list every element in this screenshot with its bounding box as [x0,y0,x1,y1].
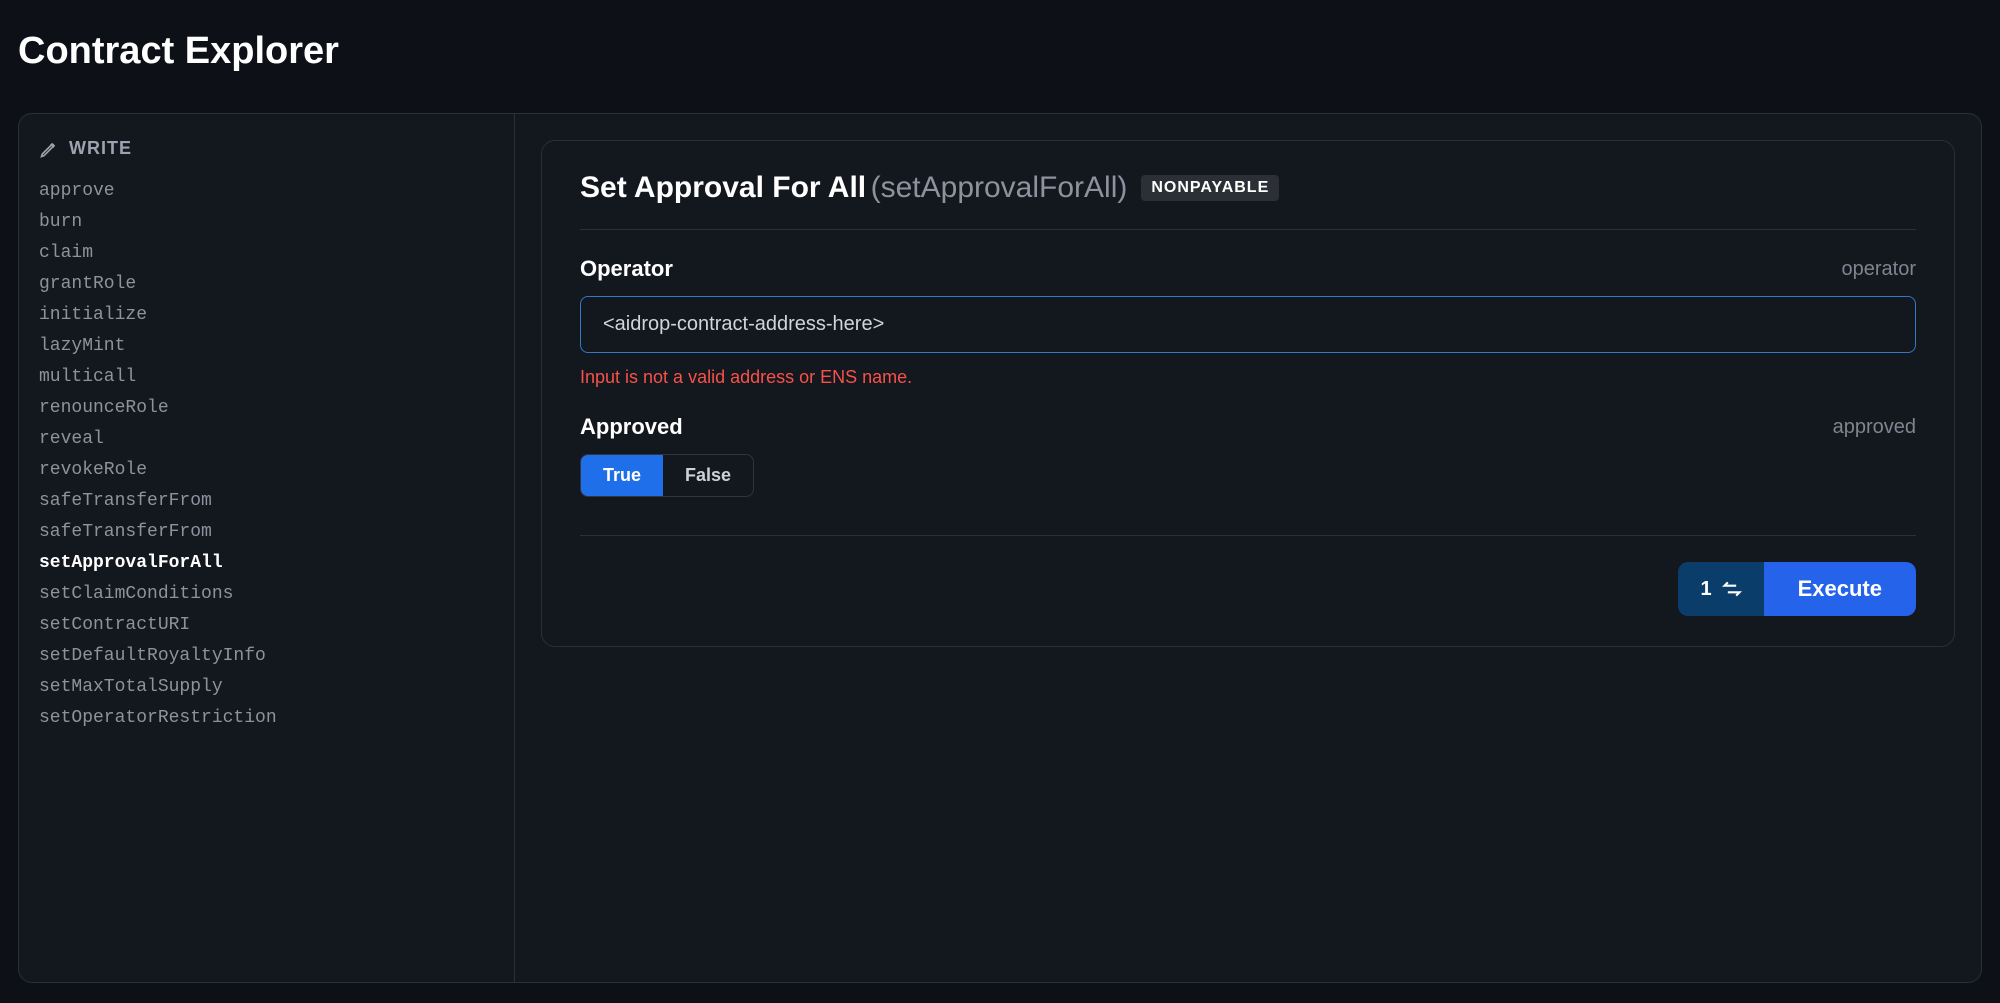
sidebar-item-safeTransferFrom1[interactable]: safeTransferFrom [39,491,494,511]
operator-field-group: Operator operator Input is not a valid a… [580,230,1916,388]
operator-error: Input is not a valid address or ENS name… [580,367,1916,388]
sidebar-item-multicall[interactable]: multicall [39,367,494,387]
toggle-true[interactable]: True [581,455,663,496]
sidebar-item-initialize[interactable]: initialize [39,305,494,325]
sidebar-item-safeTransferFrom2[interactable]: safeTransferFrom [39,522,494,542]
function-title: Set Approval For All [580,171,866,204]
sidebar-item-grantRole[interactable]: grantRole [39,274,494,294]
toggle-false[interactable]: False [663,455,753,496]
function-card: Set Approval For All (setApprovalForAll)… [541,140,1955,647]
sidebar-item-setDefaultRoyaltyInfo[interactable]: setDefaultRoyaltyInfo [39,646,494,666]
sidebar-item-setApprovalForAll[interactable]: setApprovalForAll [39,553,494,573]
main-content: Set Approval For All (setApprovalForAll)… [515,114,1981,982]
operator-input[interactable] [580,296,1916,353]
sidebar-item-revokeRole[interactable]: revokeRole [39,460,494,480]
operator-label-row: Operator operator [580,256,1916,282]
sidebar-item-lazyMint[interactable]: lazyMint [39,336,494,356]
approved-field-group: Approved approved True False [580,388,1916,497]
function-signature: (setApprovalForAll) [871,171,1128,204]
function-heading: Set Approval For All (setApprovalForAll) [580,171,1127,205]
sidebar-item-approve[interactable]: approve [39,181,494,201]
operator-hint: operator [1842,258,1917,281]
explorer-panel: WRITE approve burn claim grantRole initi… [18,113,1982,983]
sidebar-item-renounceRole[interactable]: renounceRole [39,398,494,418]
sidebar-item-setContractURI[interactable]: setContractURI [39,615,494,635]
approved-hint: approved [1833,416,1916,439]
sidebar: WRITE approve burn claim grantRole initi… [19,114,515,982]
page-title: Contract Explorer [0,0,2000,93]
network-count: 1 [1700,578,1711,601]
sidebar-item-claim[interactable]: claim [39,243,494,263]
actions-row: 1 Execute [580,562,1916,616]
network-selector[interactable]: 1 [1678,562,1763,616]
sidebar-header: WRITE [39,138,494,159]
sidebar-item-setClaimConditions[interactable]: setClaimConditions [39,584,494,604]
card-divider [580,535,1916,536]
sidebar-header-label: WRITE [69,138,132,159]
card-header: Set Approval For All (setApprovalForAll)… [580,171,1916,230]
sidebar-item-setMaxTotalSupply[interactable]: setMaxTotalSupply [39,677,494,697]
payability-badge: NONPAYABLE [1141,175,1279,201]
sidebar-item-burn[interactable]: burn [39,212,494,232]
sidebar-item-reveal[interactable]: reveal [39,429,494,449]
approved-label-row: Approved approved [580,414,1916,440]
swap-icon [1722,579,1742,599]
approved-toggle: True False [580,454,754,497]
pencil-icon [39,139,59,159]
sidebar-list: approve burn claim grantRole initialize … [39,181,494,728]
execute-button[interactable]: Execute [1764,562,1916,616]
sidebar-item-setOperatorRestriction[interactable]: setOperatorRestriction [39,708,494,728]
approved-label: Approved [580,414,683,440]
operator-label: Operator [580,256,673,282]
